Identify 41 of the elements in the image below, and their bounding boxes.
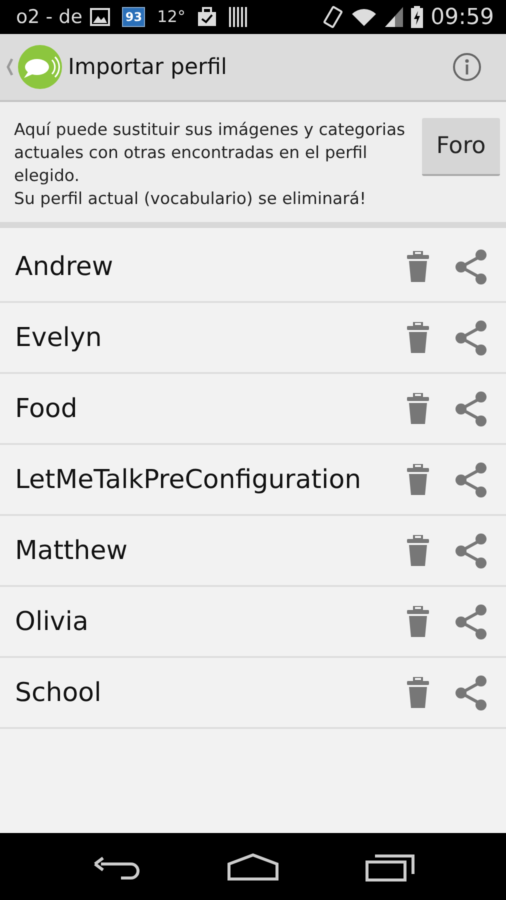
profile-name[interactable]: Food [15, 384, 365, 434]
signal-icon [384, 7, 403, 27]
share-button[interactable] [454, 674, 488, 710]
barcode-icon [229, 7, 248, 27]
delete-button[interactable] [406, 676, 430, 708]
briefcase-check-icon [197, 7, 218, 27]
info-button[interactable] [452, 52, 482, 82]
notification-badge: 93 [122, 7, 146, 27]
vibrate-icon [322, 6, 343, 28]
temperature: 12° [157, 6, 186, 28]
delete-button[interactable] [406, 464, 430, 496]
recent-apps-button[interactable] [365, 852, 415, 882]
screen-title: Importar perfil [68, 54, 228, 82]
profile-name[interactable]: Andrew [15, 242, 365, 292]
delete-button[interactable] [406, 322, 430, 354]
share-button[interactable] [454, 248, 488, 284]
wifi-icon [350, 7, 377, 27]
share-button[interactable] [454, 604, 488, 640]
carrier-name: o2 - de [16, 4, 82, 30]
forum-button[interactable]: Foro [422, 118, 500, 176]
image-icon [90, 8, 110, 26]
profile-name[interactable]: Matthew [15, 526, 365, 576]
delete-button[interactable] [406, 392, 430, 424]
share-button[interactable] [454, 390, 488, 426]
share-button[interactable] [454, 462, 488, 498]
share-button[interactable] [454, 320, 488, 356]
delete-button[interactable] [406, 250, 430, 282]
profile-name[interactable]: Olivia [15, 596, 365, 646]
share-button[interactable] [454, 532, 488, 568]
delete-button[interactable] [406, 606, 430, 638]
profile-name[interactable]: Evelyn [15, 312, 365, 362]
home-button[interactable] [227, 852, 279, 882]
info-text: Aquí puede sustituir sus imágenes y categorias actuales con otras encontradas en el perfil elegido. [14, 119, 406, 187]
speech-bubble-logo-icon [4, 43, 64, 91]
warning-text: Su perfil actual (vocabulario) se eliminará! [14, 188, 368, 210]
app-logo-button[interactable] [4, 43, 64, 91]
battery-icon [410, 6, 423, 28]
clock-time: 09:59 [430, 4, 494, 32]
profile-name[interactable]: School [15, 668, 365, 718]
profile-name[interactable]: LetMeTalkPreConfiguration [15, 454, 365, 504]
delete-button[interactable] [406, 534, 430, 566]
